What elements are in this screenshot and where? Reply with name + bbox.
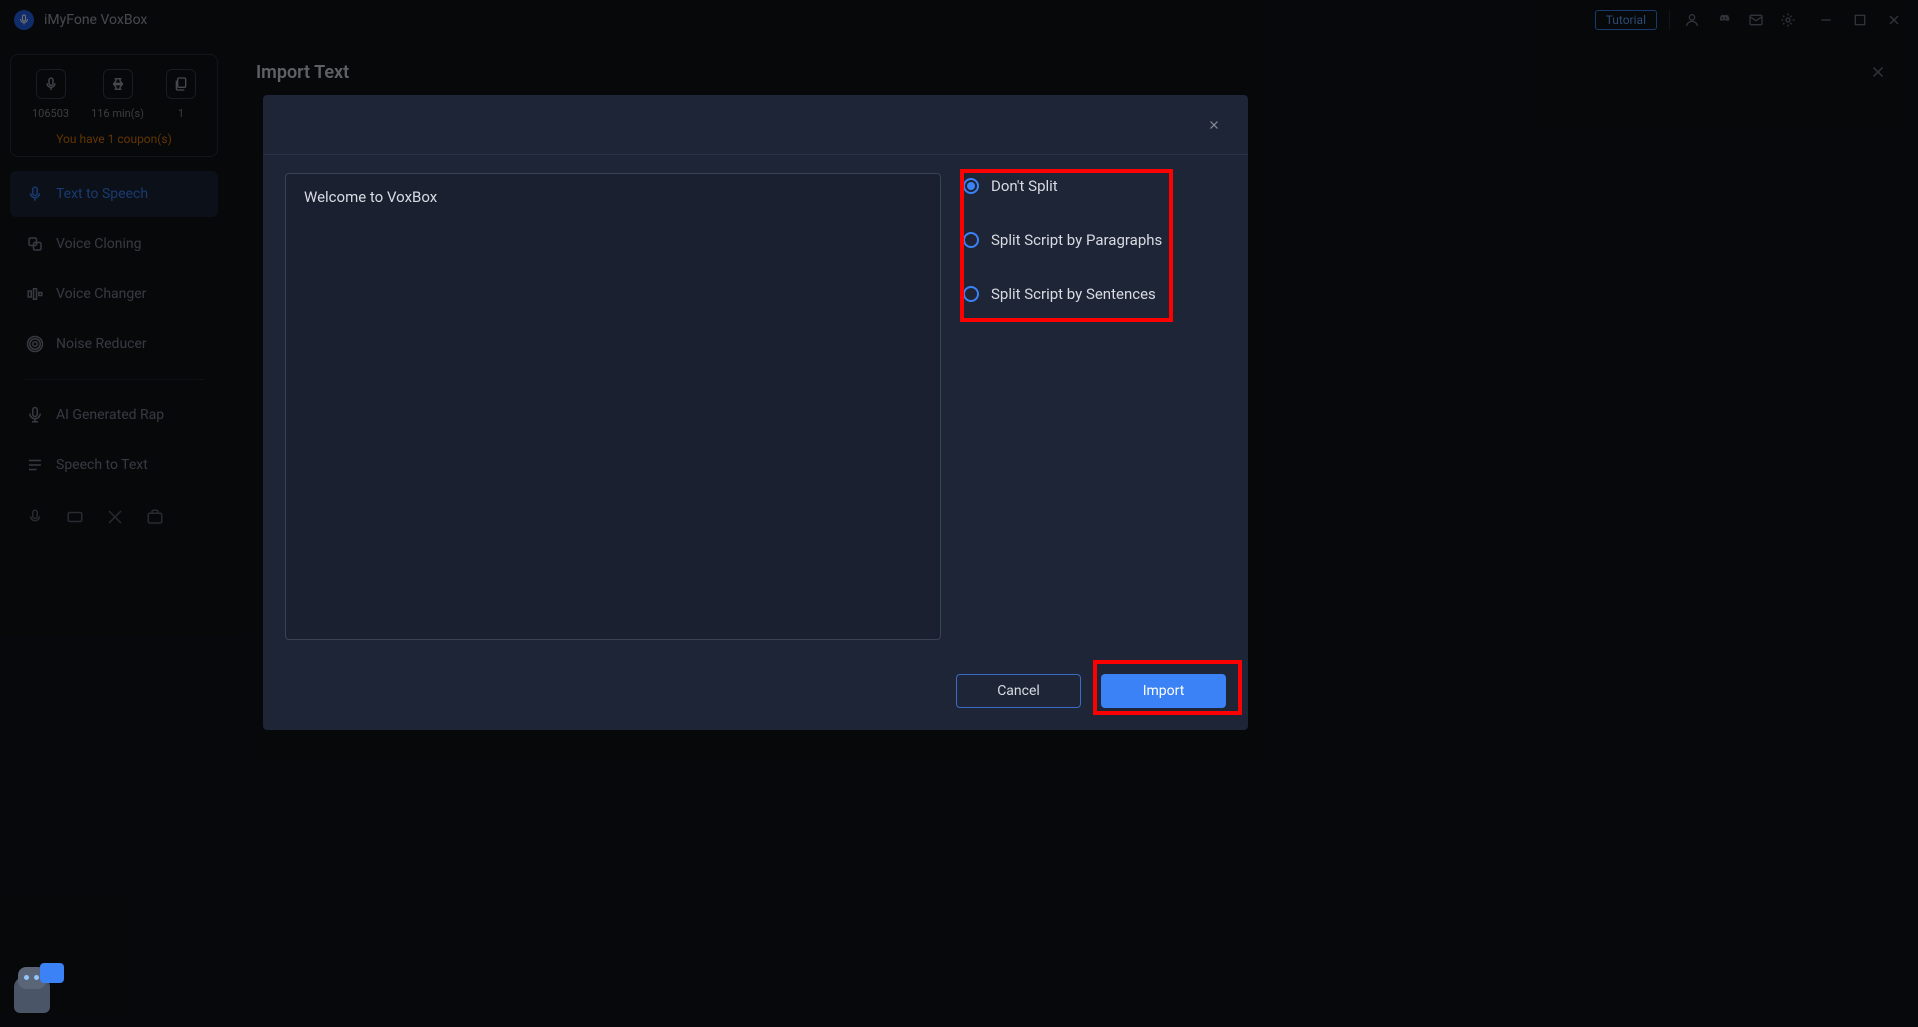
- loop-tool-icon[interactable]: [66, 508, 84, 526]
- import-modal: Welcome to VoxBox Don't Split Split Scri…: [263, 95, 1248, 730]
- split-options: Don't Split Split Script by Paragraphs S…: [963, 173, 1226, 640]
- option-split-paragraphs[interactable]: Split Script by Paragraphs: [963, 231, 1226, 249]
- window-controls: [1816, 10, 1904, 30]
- stat-chars[interactable]: 106503: [32, 69, 69, 120]
- sidebar-tools: [10, 494, 218, 540]
- nav-voice-cloning[interactable]: Voice Cloning: [10, 221, 218, 267]
- option-label: Don't Split: [991, 177, 1058, 195]
- nav-label: Noise Reducer: [56, 336, 147, 352]
- option-label: Split Script by Paragraphs: [991, 231, 1162, 249]
- nav-label: Voice Cloning: [56, 236, 141, 252]
- shuffle-tool-icon[interactable]: [106, 508, 124, 526]
- nav-voice-changer[interactable]: Voice Changer: [10, 271, 218, 317]
- option-dont-split[interactable]: Don't Split: [963, 177, 1226, 195]
- radio-icon: [963, 178, 979, 194]
- user-icon[interactable]: [1682, 10, 1702, 30]
- stats-card: 106503 116 min(s) 1 You have 1 coupon(s): [10, 54, 218, 157]
- files-icon: [166, 69, 196, 99]
- divider: [1669, 10, 1670, 30]
- import-button[interactable]: Import: [1101, 674, 1226, 708]
- nav-divider: [24, 379, 204, 380]
- modal-header: [263, 95, 1248, 155]
- stat-minutes[interactable]: 116 min(s): [91, 69, 144, 120]
- stat-files[interactable]: 1: [166, 69, 196, 120]
- coupon-text[interactable]: You have 1 coupon(s): [21, 132, 207, 146]
- modal-close-icon[interactable]: [1204, 115, 1224, 135]
- briefcase-tool-icon[interactable]: [146, 508, 164, 526]
- page-title: Import Text: [256, 62, 349, 83]
- nav-label: Speech to Text: [56, 457, 148, 473]
- content-close-icon[interactable]: [1866, 60, 1890, 84]
- mail-icon[interactable]: [1746, 10, 1766, 30]
- sidebar: 106503 116 min(s) 1 You have 1 coupon(s): [0, 40, 228, 1027]
- nav-text-to-speech[interactable]: Text to Speech: [10, 171, 218, 217]
- nav-noise-reducer[interactable]: Noise Reducer: [10, 321, 218, 367]
- nav-label: AI Generated Rap: [56, 407, 164, 423]
- modal-footer: Cancel Import: [263, 658, 1248, 730]
- nav-ai-rap[interactable]: AI Generated Rap: [10, 392, 218, 438]
- option-label: Split Script by Sentences: [991, 285, 1156, 303]
- titlebar-right: Tutorial: [1595, 10, 1904, 30]
- stats-row: 106503 116 min(s) 1: [21, 69, 207, 120]
- radio-icon: [963, 286, 979, 302]
- option-split-sentences[interactable]: Split Script by Sentences: [963, 285, 1226, 303]
- nav-speech-to-text[interactable]: Speech to Text: [10, 442, 218, 488]
- stat-minutes-value: 116 min(s): [91, 107, 144, 120]
- nav-label: Text to Speech: [56, 186, 148, 202]
- stat-chars-value: 106503: [32, 107, 69, 120]
- chars-icon: [36, 69, 66, 99]
- import-text-area[interactable]: Welcome to VoxBox: [285, 173, 941, 640]
- titlebar: iMyFone VoxBox Tutorial: [0, 0, 1918, 40]
- settings-icon[interactable]: [1778, 10, 1798, 30]
- close-window-icon[interactable]: [1884, 10, 1904, 30]
- titlebar-left: iMyFone VoxBox: [14, 10, 147, 30]
- minimize-icon[interactable]: [1816, 10, 1836, 30]
- app-logo-icon: [14, 10, 34, 30]
- sidebar-nav: Text to Speech Voice Cloning Voice Chang…: [10, 171, 218, 488]
- modal-body: Welcome to VoxBox Don't Split Split Scri…: [263, 155, 1248, 658]
- record-tool-icon[interactable]: [26, 508, 44, 526]
- maximize-icon[interactable]: [1850, 10, 1870, 30]
- content-header: Import Text: [256, 60, 1890, 84]
- tutorial-button[interactable]: Tutorial: [1595, 10, 1657, 30]
- app-title: iMyFone VoxBox: [44, 12, 147, 28]
- chatbot-icon[interactable]: [14, 963, 64, 1013]
- nav-label: Voice Changer: [56, 286, 146, 302]
- discord-icon[interactable]: [1714, 10, 1734, 30]
- cancel-button[interactable]: Cancel: [956, 674, 1081, 708]
- radio-icon: [963, 232, 979, 248]
- minutes-icon: [103, 69, 133, 99]
- stat-files-value: 1: [178, 107, 184, 120]
